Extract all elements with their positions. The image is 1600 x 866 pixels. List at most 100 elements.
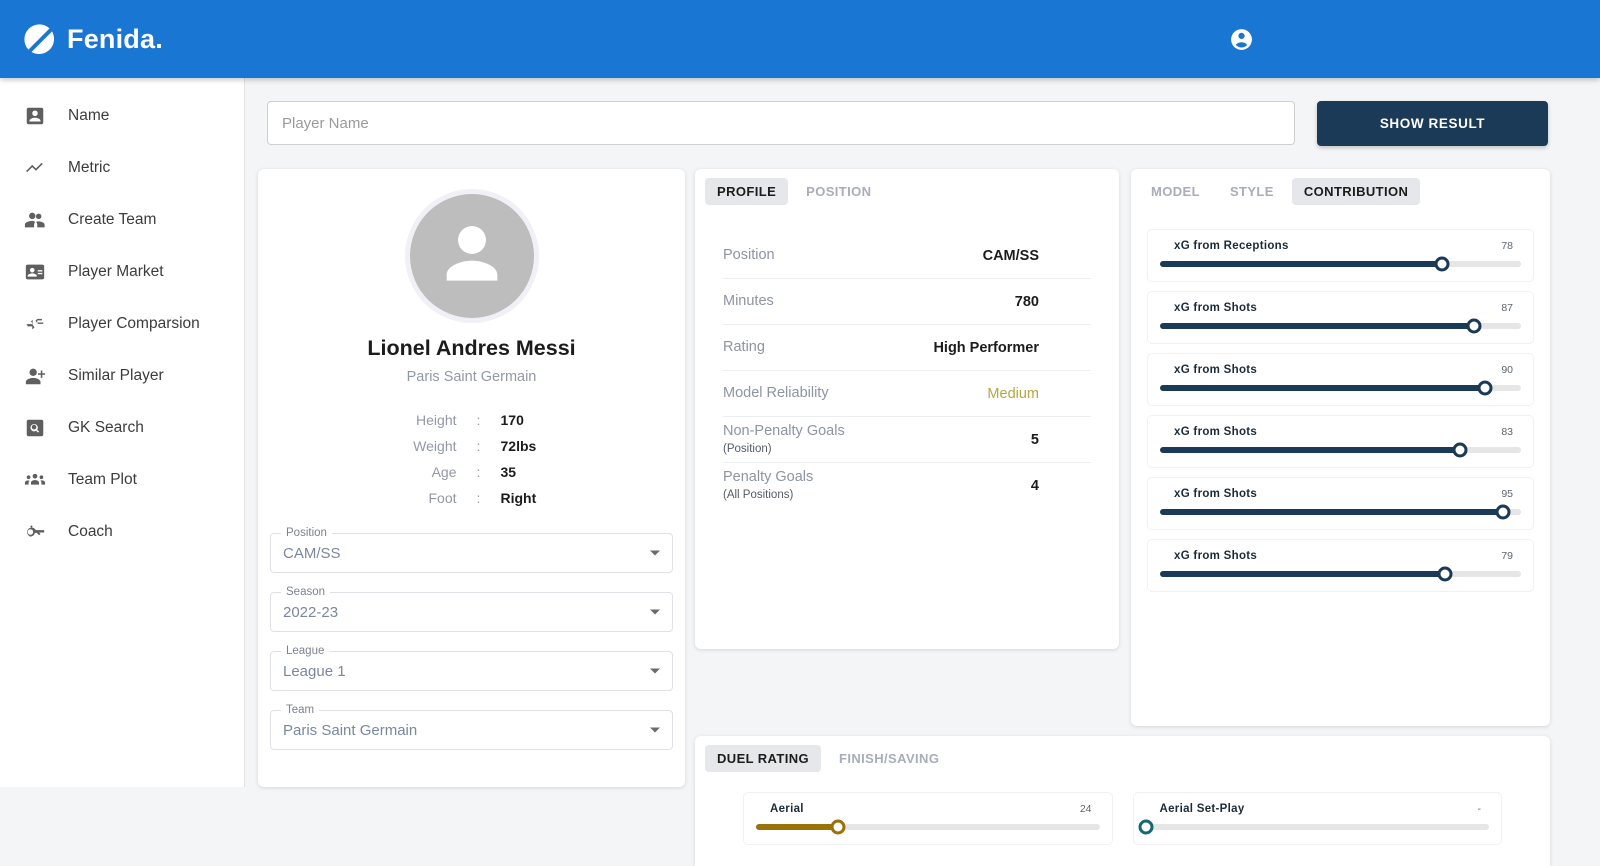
sidebar-item-name[interactable]: Name <box>0 90 244 142</box>
slider-fill <box>1160 571 1446 577</box>
sidebar-item-player-market[interactable]: Player Market <box>0 246 244 298</box>
slider-label: xG from Shots <box>1174 302 1258 314</box>
slider-handle[interactable] <box>1138 819 1153 835</box>
slider-track[interactable] <box>1160 442 1521 458</box>
slider-handle[interactable] <box>1466 318 1482 334</box>
attribute-separator: : <box>476 438 481 454</box>
slider-fill <box>1160 261 1442 267</box>
slider-label: xG from Shots <box>1174 364 1258 376</box>
slider-value: 24 <box>1079 803 1092 815</box>
account-circle-icon[interactable] <box>1229 27 1254 52</box>
contribution-card: MODEL STYLE CONTRIBUTION xG from Recepti… <box>1131 169 1550 726</box>
slider-value: - <box>1477 803 1482 815</box>
chevron-down-icon <box>650 727 660 733</box>
slider-label: Aerial Set-Play <box>1159 803 1245 815</box>
tab-finish-saving[interactable]: FINISH/SAVING <box>827 745 951 772</box>
sidebar-item-label: Player Comparsion <box>68 315 200 332</box>
tab-style[interactable]: STYLE <box>1218 178 1286 205</box>
team-select-label: Team <box>281 704 320 716</box>
player-profile-card: Lionel Andres Messi Paris Saint Germain … <box>258 169 685 787</box>
team-select[interactable]: Team Paris Saint Germain <box>270 704 673 750</box>
slider-handle[interactable] <box>1495 504 1511 520</box>
slider-fill <box>756 824 839 830</box>
slider-fill <box>1160 509 1503 515</box>
attribute-separator: : <box>476 490 481 506</box>
sidebar-item-create-team[interactable]: Create Team <box>0 194 244 246</box>
slider-handle[interactable] <box>1477 380 1493 396</box>
slider-track[interactable] <box>1138 819 1489 835</box>
whistle-icon <box>24 521 46 543</box>
sidebar-item-coach[interactable]: Coach <box>0 506 244 558</box>
document-search-icon <box>24 417 46 439</box>
stat-key: Minutes <box>723 292 774 309</box>
attribute-value: 72lbs <box>500 438 537 454</box>
brand-logo[interactable]: Fenida. <box>22 22 163 56</box>
list-item: xG from Shots 83 <box>1147 415 1534 468</box>
table-row: Weight : 72lbs <box>339 433 605 459</box>
show-result-button[interactable]: SHOW RESULT <box>1317 100 1548 146</box>
tab-contribution[interactable]: CONTRIBUTION <box>1291 178 1421 205</box>
position-select[interactable]: Position CAM/SS <box>270 527 673 573</box>
slider-handle[interactable] <box>1452 442 1468 458</box>
stat-key-main: Non-Penalty Goals <box>723 422 845 439</box>
attribute-key: Foot <box>428 490 457 506</box>
attribute-key: Height <box>416 412 457 428</box>
sidebar-item-team-plot[interactable]: Team Plot <box>0 454 244 506</box>
sidebar-item-metric[interactable]: Metric <box>0 142 244 194</box>
attribute-key: Weight <box>413 438 457 454</box>
list-item: Aerial Set-Play - <box>1132 792 1502 845</box>
slider-track[interactable] <box>1160 504 1521 520</box>
slider-value: 87 <box>1501 302 1513 314</box>
season-select-label: Season <box>281 586 331 598</box>
season-select-value: 2022-23 <box>283 603 339 621</box>
slider-label: xG from Receptions <box>1174 240 1289 252</box>
person-add-icon <box>24 365 46 387</box>
stat-value: High Performer <box>933 339 1039 356</box>
sidebar-item-label: Name <box>68 107 110 124</box>
slider-track[interactable] <box>1160 256 1521 272</box>
sidebar-item-player-comparsion[interactable]: Player Comparsion <box>0 298 244 350</box>
sidebar-item-label: Metric <box>68 159 111 176</box>
stats-tabs: PROFILE POSITION <box>705 178 1109 205</box>
stat-value: 780 <box>1014 293 1039 310</box>
slider-handle[interactable] <box>830 819 846 835</box>
tab-model[interactable]: MODEL <box>1139 178 1212 205</box>
sidebar-item-label: Similar Player <box>68 367 164 384</box>
chevron-down-icon <box>650 668 660 674</box>
person-avatar-icon <box>432 214 512 299</box>
list-item: xG from Receptions 78 <box>1147 229 1534 282</box>
slider-value: 78 <box>1501 240 1513 252</box>
slider-fill <box>1160 323 1475 329</box>
player-name-input[interactable] <box>267 101 1295 145</box>
search-toolbar: SHOW RESULT <box>267 100 1568 146</box>
slider-handle[interactable] <box>1434 256 1450 272</box>
sidebar-item-similar-player[interactable]: Similar Player <box>0 350 244 402</box>
player-stats-card: PROFILE POSITION Position CAM/SS Minutes… <box>695 169 1119 649</box>
sidebar-item-gk-search[interactable]: GK Search <box>0 402 244 454</box>
sidebar-nav: Name Metric Create Team Player Market Pl… <box>0 78 245 787</box>
slider-track[interactable] <box>1160 380 1521 396</box>
contribution-tabs: MODEL STYLE CONTRIBUTION <box>1139 178 1542 205</box>
stat-key-sub: (Position) <box>723 442 772 455</box>
sidebar-item-label: GK Search <box>68 419 144 436</box>
slider-handle[interactable] <box>1437 566 1453 582</box>
tab-duel-rating[interactable]: DUEL RATING <box>705 745 822 772</box>
slider-fill <box>1160 385 1485 391</box>
player-team: Paris Saint Germain <box>406 369 537 385</box>
team-select-value: Paris Saint Germain <box>283 721 418 739</box>
slider-track[interactable] <box>1160 318 1521 334</box>
duel-tabs: DUEL RATING FINISH/SAVING <box>705 745 1540 772</box>
tab-profile[interactable]: PROFILE <box>705 178 789 205</box>
contribution-slider-list: xG from Receptions 78 xG from Shots 87 x… <box>1139 229 1542 592</box>
slider-label: xG from Shots <box>1174 488 1258 500</box>
season-select[interactable]: Season 2022-23 <box>270 586 673 632</box>
list-item: Aerial 24 <box>743 792 1113 845</box>
slider-track[interactable] <box>1160 566 1521 582</box>
stats-list: Position CAM/SS Minutes 780 Rating High … <box>705 233 1109 509</box>
league-select[interactable]: League League 1 <box>270 645 673 691</box>
duel-rating-card: DUEL RATING FINISH/SAVING Aerial 24 Aeri… <box>695 736 1550 866</box>
tab-position[interactable]: POSITION <box>794 178 883 205</box>
slider-track[interactable] <box>756 819 1100 835</box>
slider-label: xG from Shots <box>1174 426 1258 438</box>
stat-key-sub: (All Positions) <box>723 489 794 502</box>
